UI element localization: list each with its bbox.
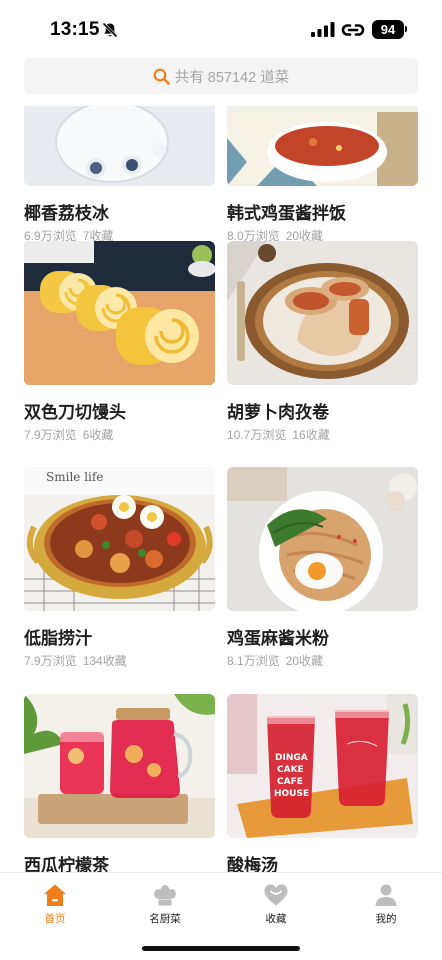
recipe-favorites: 6收藏 [82, 428, 114, 442]
tab-label: 首页 [44, 913, 66, 925]
recipe-title: 胡萝卜肉孜卷 [227, 403, 329, 422]
home-icon [44, 884, 66, 906]
search-placeholder: 共有 857142 道菜 [174, 69, 290, 86]
recipe-image-two-tone-steamed-buns[interactable] [24, 241, 215, 385]
recipe-title: 低脂捞汁 [24, 629, 92, 648]
home-indicator [142, 946, 300, 951]
search-bar[interactable]: 共有 857142 道菜 [24, 58, 418, 94]
tab-home[interactable]: 首页 [15, 883, 95, 926]
recipe-views: 10.7万浏览 [227, 428, 287, 442]
cup-text-line-3: CAFE [277, 777, 303, 787]
cup-text-line-2: CAKE [277, 765, 304, 775]
recipe-stats: 10.7万浏览 16收藏 [227, 426, 418, 443]
status-bar: 13:15 94 [0, 0, 442, 58]
recipe-favorites: 16收藏 [292, 428, 330, 442]
recipe-title: 酸梅汤 [227, 856, 278, 872]
recipe-title: 西瓜柠檬茶 [24, 856, 109, 872]
profile-icon [375, 884, 397, 906]
tab-profile[interactable]: 我的 [346, 883, 426, 926]
recipe-favorites: 134收藏 [82, 654, 127, 668]
recipe-image-carrot-cumin-rolls[interactable] [227, 241, 418, 385]
status-time: 13:15 [50, 19, 100, 40]
search-icon [153, 68, 170, 85]
recipe-card-5[interactable]: Smile life 低脂捞汁 7.9万浏览 134收藏 [24, 467, 215, 669]
tab-famous-chef[interactable]: 名厨菜 [125, 883, 205, 926]
recipe-views: 7.9万浏览 [24, 654, 77, 668]
recipe-image-egg-sesame-rice-noodles[interactable] [227, 467, 418, 611]
tab-label: 名厨菜 [149, 913, 181, 925]
recipe-card-2[interactable]: 韩式鸡蛋酱拌饭 8.0万浏览 20收藏 [227, 106, 418, 244]
pot-brand-text: Smile life [46, 470, 103, 484]
cellular-signal-icon [311, 22, 335, 37]
recipe-card-1[interactable]: 椰香荔枝冰 6.9万浏览 7收藏 [24, 106, 215, 244]
cup-text-line-4: HOUSE [274, 789, 309, 799]
bell-off-icon [102, 22, 118, 38]
recipe-image-low-fat-sauce[interactable]: Smile life [24, 467, 215, 611]
recipe-card-3[interactable]: 双色刀切馒头 7.9万浏览 6收藏 [24, 241, 215, 443]
chef-hat-icon [154, 885, 176, 906]
recipe-stats: 7.9万浏览 6收藏 [24, 426, 215, 443]
recipe-title: 双色刀切馒头 [24, 403, 126, 422]
recipe-image-watermelon-lemon-tea[interactable] [24, 694, 215, 838]
recipe-stats: 7.9万浏览 134收藏 [24, 652, 215, 669]
recipe-card-6[interactable]: 鸡蛋麻酱米粉 8.1万浏览 20收藏 [227, 467, 418, 669]
recipe-title: 韩式鸡蛋酱拌饭 [227, 204, 346, 223]
recipe-card-7[interactable]: 西瓜柠檬茶 [24, 694, 215, 872]
recipe-image-coconut-lychee-ice[interactable] [24, 106, 215, 186]
recipe-card-8[interactable]: DINGA CAKE CAFE HOUSE 酸梅汤 [227, 694, 418, 872]
recipe-card-4[interactable]: 胡萝卜肉孜卷 10.7万浏览 16收藏 [227, 241, 418, 443]
battery-tip [405, 26, 407, 32]
heart-icon [264, 884, 288, 906]
tab-favorites[interactable]: 收藏 [236, 883, 316, 926]
recipe-views: 8.1万浏览 [227, 654, 280, 668]
recipe-title: 椰香荔枝冰 [24, 204, 109, 223]
tab-label: 收藏 [265, 913, 287, 925]
link-icon [341, 24, 365, 36]
recipe-stats: 8.1万浏览 20收藏 [227, 652, 418, 669]
recipe-image-sour-plum-drink[interactable]: DINGA CAKE CAFE HOUSE [227, 694, 418, 838]
battery-indicator: 94 [372, 20, 404, 39]
tab-label: 我的 [375, 913, 397, 925]
recipe-title: 鸡蛋麻酱米粉 [227, 629, 329, 648]
recipe-image-korean-egg-bibimbap[interactable] [227, 106, 418, 186]
cup-text-line-1: DINGA [275, 753, 308, 763]
recipe-feed[interactable]: 椰香荔枝冰 6.9万浏览 7收藏 韩式鸡蛋酱拌饭 8.0万浏览 20收藏 双色刀… [0, 106, 442, 872]
recipe-views: 7.9万浏览 [24, 428, 77, 442]
recipe-favorites: 20收藏 [285, 654, 324, 668]
